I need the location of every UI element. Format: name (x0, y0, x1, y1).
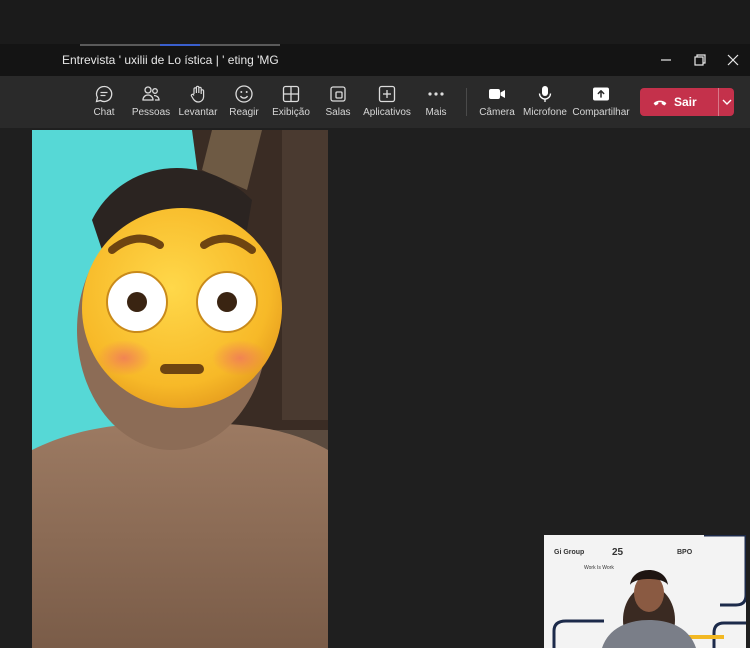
view-label: Exibição (272, 107, 310, 118)
camera-label: Câmera (479, 107, 515, 118)
camera-icon (489, 89, 505, 99)
title-tab-indicator (200, 44, 280, 46)
window-title: Entrevista ' uxilii de Lo ística | ' eti… (62, 53, 279, 67)
leave-button-group: Sair (640, 88, 734, 116)
title-tab-indicator (80, 44, 160, 46)
react-label: Reagir (229, 107, 259, 118)
apps-label: Aplicativos (363, 107, 411, 118)
people-icon (142, 86, 160, 101)
share-icon (593, 87, 609, 101)
hang-up-icon (653, 100, 667, 106)
leave-button[interactable]: Sair (640, 88, 718, 116)
microphone-icon (538, 86, 552, 102)
chat-label: Chat (93, 107, 115, 118)
close-window-button[interactable] (723, 50, 743, 70)
self-view-video[interactable]: Gi Group 25 BPO Work Is Work (544, 535, 746, 648)
apps-button[interactable]: Aplicativos (359, 84, 415, 124)
brand-tagline: Work Is Work (584, 565, 614, 571)
react-icon (235, 85, 253, 103)
microphone-button[interactable]: Microfone (517, 84, 573, 124)
chevron-down-icon (722, 99, 731, 105)
brand-25: 25 (612, 547, 624, 558)
restore-button[interactable] (690, 50, 710, 70)
restore-icon (694, 54, 706, 66)
leave-options-button[interactable] (719, 96, 734, 108)
brand-bpo: BPO (677, 549, 693, 556)
more-button[interactable]: Mais (408, 84, 464, 124)
chat-icon (95, 85, 113, 103)
minimize-icon (661, 59, 671, 61)
minimize-button[interactable] (656, 50, 676, 70)
title-tab-indicator-active (160, 44, 200, 46)
raise-hand-label: Levantar (178, 107, 218, 118)
microphone-label: Microfone (523, 107, 567, 118)
share-label: Compartilhar (572, 107, 630, 118)
people-label: Pessoas (131, 107, 171, 118)
view-icon (282, 85, 300, 103)
rooms-icon (330, 86, 346, 102)
participant-video[interactable] (32, 130, 328, 648)
raise-hand-icon (190, 85, 205, 103)
title-bar: Entrevista ' uxilii de Lo ística | ' eti… (0, 44, 750, 76)
more-icon (428, 92, 444, 96)
leave-label: Sair (674, 95, 697, 109)
rooms-button[interactable]: Salas (310, 84, 366, 124)
close-icon (727, 54, 739, 66)
more-label: Mais (425, 107, 447, 118)
rooms-label: Salas (325, 107, 351, 118)
share-button[interactable]: Compartilhar (572, 84, 630, 124)
toolbar-divider (466, 88, 467, 116)
brand-gi-group: Gi Group (554, 549, 585, 556)
top-strip (0, 0, 750, 44)
participant-video-frame (32, 130, 328, 648)
apps-icon (378, 85, 396, 103)
